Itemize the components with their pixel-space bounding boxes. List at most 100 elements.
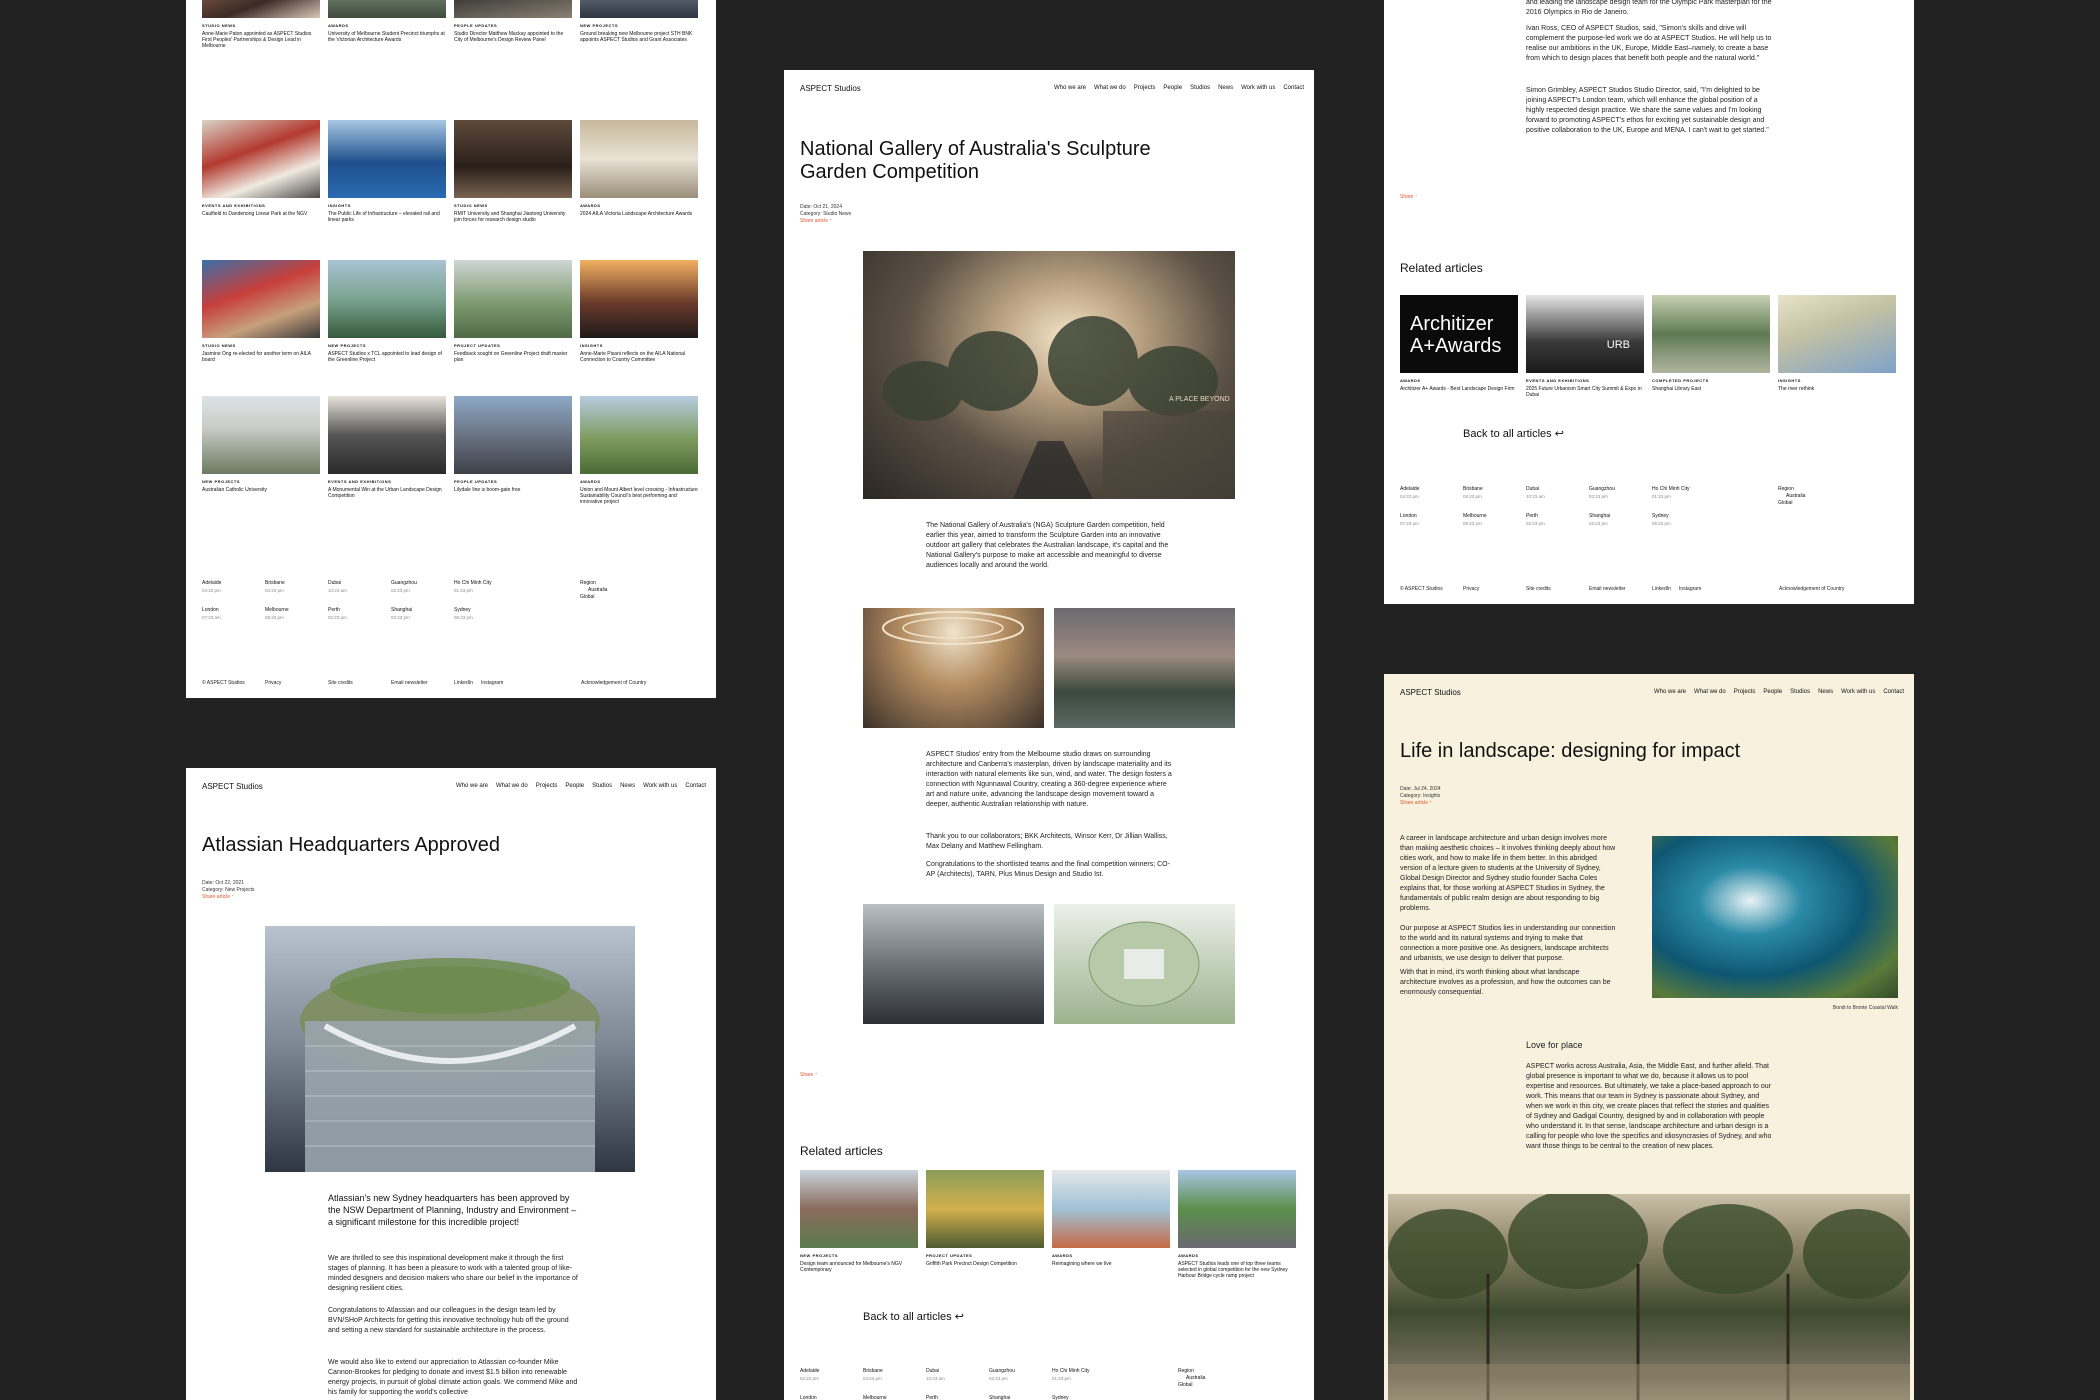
region-value[interactable]: Australia	[580, 587, 607, 594]
news-tile-title[interactable]: A Monumental Win at the Urban Landscape …	[328, 487, 446, 499]
nav-people[interactable]: People	[565, 783, 584, 789]
news-tile-title[interactable]: Jasmine Ong re-elected for another term …	[202, 351, 320, 363]
share-link[interactable]: Share ⁺	[1400, 194, 1417, 201]
news-tile-image[interactable]	[328, 260, 446, 338]
news-tile-image[interactable]	[454, 0, 572, 18]
news-tile-image[interactable]	[202, 120, 320, 198]
share-article-link[interactable]: Share article ⁺	[800, 218, 851, 225]
footer-credits-link[interactable]: Site credits	[1526, 586, 1551, 592]
nav-who-we-are[interactable]: Who we are	[456, 783, 488, 789]
nav-projects[interactable]: Projects	[1134, 85, 1156, 91]
news-tile[interactable]: New Projects Australian Catholic Universi…	[202, 396, 320, 493]
footer-credits-link[interactable]: Site credits	[328, 680, 353, 686]
related-article-card[interactable]: Project Updates Griffith Park Precinct De…	[926, 1170, 1044, 1267]
related-image-river[interactable]	[1778, 295, 1896, 373]
news-tile-image[interactable]	[202, 396, 320, 474]
nav-what-we-do[interactable]: What we do	[1694, 689, 1726, 695]
news-tile-title[interactable]: Ground breaking new Melbourne project ST…	[580, 31, 698, 43]
news-tile[interactable]: Insights The Public Life of Infrastructur…	[328, 120, 446, 223]
news-tile[interactable]: Awards University of Melbourne Student Pr…	[328, 0, 446, 43]
news-tile-title[interactable]: The Public Life of Infrastructure – elev…	[328, 211, 446, 223]
news-tile[interactable]: Project Updates Feedback sought on Greenl…	[454, 260, 572, 363]
related-article-caption[interactable]: Events and Exhibitions 2025 Future Urbani…	[1526, 378, 1644, 398]
news-tile-image[interactable]	[202, 0, 320, 18]
related-article-image[interactable]	[926, 1170, 1044, 1248]
news-tile-image[interactable]	[454, 396, 572, 474]
related-image-summit[interactable]: URB	[1526, 295, 1644, 373]
region-selector[interactable]: Region Australia Global	[580, 580, 607, 601]
nav-contact[interactable]: Contact	[1883, 689, 1904, 695]
related-article-title[interactable]: Shanghai Library East	[1652, 386, 1770, 392]
news-tile-title[interactable]: Anne-Marie Pisani reflects on the AILA N…	[580, 351, 698, 363]
footer-privacy-link[interactable]: Privacy	[265, 680, 281, 686]
region-value[interactable]: Australia	[1178, 1375, 1205, 1382]
footer-acknowledgement-link[interactable]: Acknowledgement of Country	[581, 680, 646, 686]
nav-what-we-do[interactable]: What we do	[496, 783, 528, 789]
news-tile[interactable]: People Updates Lilydale line is boom-gate…	[454, 396, 572, 493]
news-tile-title[interactable]: Caulfield to Dandenong Linear Park at th…	[202, 211, 320, 217]
news-tile-title[interactable]: Studio Director Matthew Mackay appointed…	[454, 31, 572, 43]
related-article-title[interactable]: ASPECT Studios leads one of top three te…	[1178, 1261, 1296, 1279]
news-tile-title[interactable]: Feedback sought on Greenline Project dra…	[454, 351, 572, 363]
related-article-card[interactable]: New Projects Design team announced for Me…	[800, 1170, 918, 1273]
news-tile[interactable]: Awards 2024 AILA Victoria Landscape Archi…	[580, 120, 698, 217]
news-tile-image[interactable]	[202, 260, 320, 338]
news-tile-title[interactable]: Anne-Marie Paton appointed as ASPECT Stu…	[202, 31, 320, 49]
back-to-articles-link[interactable]: Back to all articles ↩	[863, 1310, 964, 1323]
related-article-title[interactable]: 2025 Future Urbanism Smart City Summit &…	[1526, 386, 1644, 398]
nav-what-we-do[interactable]: What we do	[1094, 85, 1126, 91]
nav-people[interactable]: People	[1763, 689, 1782, 695]
footer-acknowledgement-link[interactable]: Acknowledgement of Country	[1779, 586, 1844, 592]
footer-linkedin-link[interactable]: LinkedIn	[454, 680, 473, 686]
news-tile[interactable]: Events and Exhibitions A Monumental Win a…	[328, 396, 446, 499]
news-tile-image[interactable]	[580, 260, 698, 338]
related-article-title[interactable]: Reimagining where we live	[1052, 1261, 1170, 1267]
news-tile[interactable]: Events and Exhibitions Caulfield to Dande…	[202, 120, 320, 217]
nav-studios[interactable]: Studios	[1790, 689, 1810, 695]
region-global[interactable]: Global	[580, 594, 607, 601]
share-article-link[interactable]: Share article ⁺	[1400, 800, 1441, 807]
news-tile[interactable]: Studio News Anne-Marie Paton appointed as…	[202, 0, 320, 49]
nav-work-with-us[interactable]: Work with us	[1241, 85, 1275, 91]
footer-newsletter-link[interactable]: Email newsletter	[391, 680, 428, 686]
news-tile-image[interactable]	[580, 0, 698, 18]
related-article-caption[interactable]: Insights The river rethink	[1778, 378, 1896, 392]
related-article-title[interactable]: Design team announced for Melbourne's NG…	[800, 1261, 918, 1273]
nav-who-we-are[interactable]: Who we are	[1654, 689, 1686, 695]
back-to-articles-link[interactable]: Back to all articles ↩	[1463, 427, 1564, 440]
news-tile-title[interactable]: 2024 AILA Victoria Landscape Architectur…	[580, 211, 698, 217]
news-tile-image[interactable]	[454, 260, 572, 338]
share-link[interactable]: Share ⁺	[800, 1072, 817, 1079]
related-article-card[interactable]: Awards Reimagining where we live	[1052, 1170, 1170, 1267]
nav-people[interactable]: People	[1163, 85, 1182, 91]
nav-studios[interactable]: Studios	[1190, 85, 1210, 91]
related-article-title[interactable]: Architizer A+ Awards - Best Landscape De…	[1400, 386, 1518, 392]
news-tile-title[interactable]: Union and Mount Albert level crossing - …	[580, 487, 698, 505]
nav-news[interactable]: News	[1818, 689, 1833, 695]
nav-projects[interactable]: Projects	[536, 783, 558, 789]
news-tile-title[interactable]: University of Melbourne Student Precinct…	[328, 31, 446, 43]
related-image-architizer[interactable]: Architizer A+Awards	[1400, 295, 1518, 373]
news-tile-image[interactable]	[328, 120, 446, 198]
related-article-title[interactable]: The river rethink	[1778, 386, 1896, 392]
footer-instagram-link[interactable]: Instagram	[481, 680, 503, 686]
news-tile[interactable]: Awards Union and Mount Albert level cross…	[580, 396, 698, 505]
news-tile-image[interactable]	[328, 396, 446, 474]
share-article-link[interactable]: Share article ⁺	[202, 894, 255, 901]
nav-projects[interactable]: Projects	[1734, 689, 1756, 695]
site-logo[interactable]: ASPECT Studios	[202, 782, 263, 791]
news-tile-image[interactable]	[454, 120, 572, 198]
news-tile[interactable]: New Projects Ground breaking new Melbourn…	[580, 0, 698, 43]
related-article-image[interactable]	[1052, 1170, 1170, 1248]
related-article-card[interactable]: Awards ASPECT Studios leads one of top th…	[1178, 1170, 1296, 1279]
nav-news[interactable]: News	[620, 783, 635, 789]
related-article-caption[interactable]: Awards Architizer A+ Awards - Best Landsc…	[1400, 378, 1518, 392]
site-logo[interactable]: ASPECT Studios	[800, 84, 861, 93]
nav-work-with-us[interactable]: Work with us	[1841, 689, 1875, 695]
site-logo[interactable]: ASPECT Studios	[1400, 688, 1461, 697]
nav-contact[interactable]: Contact	[685, 783, 706, 789]
news-tile[interactable]: Studio News Jasmine Ong re-elected for an…	[202, 260, 320, 363]
region-selector[interactable]: Region Australia Global	[1778, 486, 1805, 507]
region-global[interactable]: Global	[1178, 1382, 1205, 1389]
news-tile-title[interactable]: ASPECT Studios x TCL appointed to lead d…	[328, 351, 446, 363]
